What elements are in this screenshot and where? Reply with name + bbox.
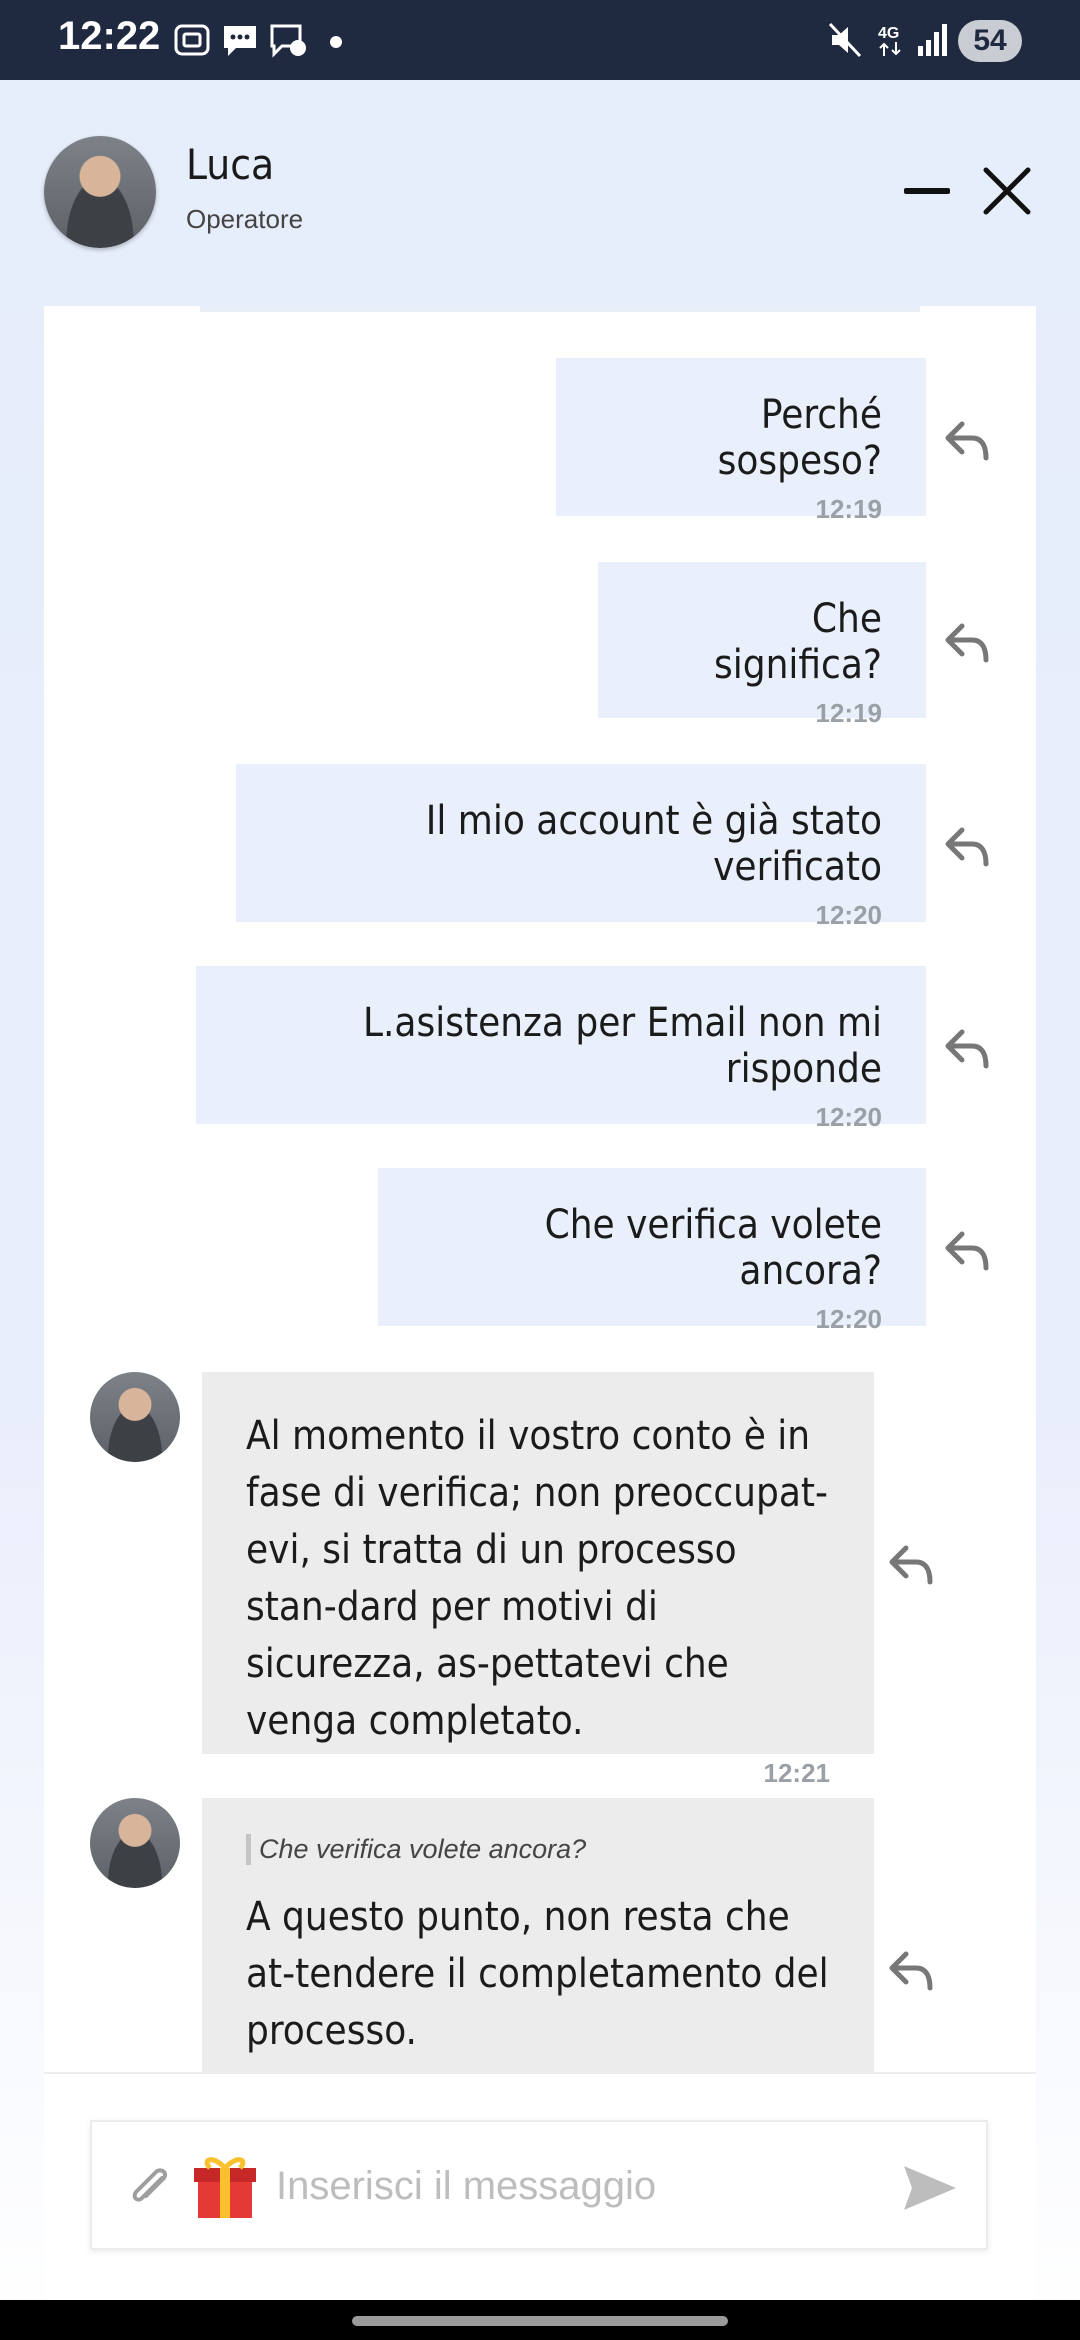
chat-header: Luca Operatore bbox=[0, 80, 1080, 306]
status-bar: 12:22 4G 54 bbox=[0, 0, 1080, 80]
reply-icon[interactable] bbox=[886, 1948, 936, 1992]
status-time: 12:22 bbox=[58, 14, 161, 58]
home-indicator[interactable] bbox=[352, 2316, 728, 2326]
notification-dot bbox=[330, 36, 342, 48]
quoted-message: Che verifica volete ancora? bbox=[246, 1834, 830, 1865]
reply-icon[interactable] bbox=[942, 824, 992, 868]
message-text: Al momento il vostro conto è in fase di … bbox=[246, 1413, 828, 1744]
reply-icon[interactable] bbox=[942, 1228, 992, 1272]
message-text: Che verifica volete ancora? bbox=[544, 1202, 882, 1294]
gift-icon[interactable] bbox=[192, 2152, 258, 2222]
network-4g-icon: 4G bbox=[878, 25, 901, 56]
message-time: 12:19 bbox=[815, 698, 883, 728]
chat-panel[interactable]: Perché sospeso? 12:19 Che significa? 12:… bbox=[44, 306, 1036, 2072]
message-out: Che significa? 12:19 bbox=[598, 562, 926, 728]
attach-icon[interactable] bbox=[126, 2160, 176, 2216]
message-out: Che verifica volete ancora? 12:20 bbox=[378, 1168, 926, 1334]
agent-name: Luca bbox=[186, 140, 275, 189]
reply-icon[interactable] bbox=[942, 418, 992, 462]
screenshot-icon bbox=[174, 24, 210, 56]
signal-icon bbox=[918, 24, 947, 56]
message-time: 12:20 bbox=[815, 1102, 883, 1132]
message-composer bbox=[90, 2120, 988, 2250]
minimize-icon[interactable] bbox=[904, 188, 950, 194]
mute-icon bbox=[828, 22, 862, 58]
send-icon[interactable] bbox=[902, 2162, 958, 2214]
partial-bubble-bottom bbox=[200, 306, 920, 312]
message-in: Che verifica volete ancora? A questo pun… bbox=[202, 1798, 874, 2072]
battery-indicator: 54 bbox=[958, 20, 1022, 62]
message-in: Al momento il vostro conto è in fase di … bbox=[202, 1372, 874, 1788]
agent-avatar-small bbox=[90, 1372, 180, 1462]
message-text: L.asistenza per Email non mi risponde bbox=[362, 1000, 882, 1092]
message-out: Il mio account è già stato verificato 12… bbox=[236, 764, 926, 930]
messenger-icon bbox=[270, 24, 306, 58]
message-time: 12:20 bbox=[815, 900, 883, 930]
message-time: 12:19 bbox=[815, 494, 883, 524]
svg-text:4G: 4G bbox=[878, 25, 899, 42]
message-out: L.asistenza per Email non mi risponde 12… bbox=[196, 966, 926, 1132]
agent-role: Operatore bbox=[186, 204, 304, 234]
message-input[interactable] bbox=[274, 2150, 878, 2222]
message-text: Che significa? bbox=[713, 596, 882, 688]
message-out: Perché sospeso? 12:19 bbox=[556, 358, 926, 524]
message-text: Il mio account è già stato verificato bbox=[425, 798, 882, 890]
message-text: Perché sospeso? bbox=[717, 392, 882, 484]
messages-icon bbox=[224, 26, 256, 56]
message-time: 12:21 bbox=[763, 1758, 831, 1788]
composer-area bbox=[44, 2072, 1036, 2306]
message-text: A questo punto, non resta che at-tendere… bbox=[246, 1894, 829, 2054]
agent-avatar bbox=[44, 136, 156, 248]
agent-avatar-small bbox=[90, 1798, 180, 1888]
reply-icon[interactable] bbox=[942, 1026, 992, 1070]
close-icon[interactable] bbox=[980, 164, 1034, 218]
message-time: 12:20 bbox=[815, 1304, 883, 1334]
reply-icon[interactable] bbox=[886, 1542, 936, 1586]
reply-icon[interactable] bbox=[942, 620, 992, 664]
